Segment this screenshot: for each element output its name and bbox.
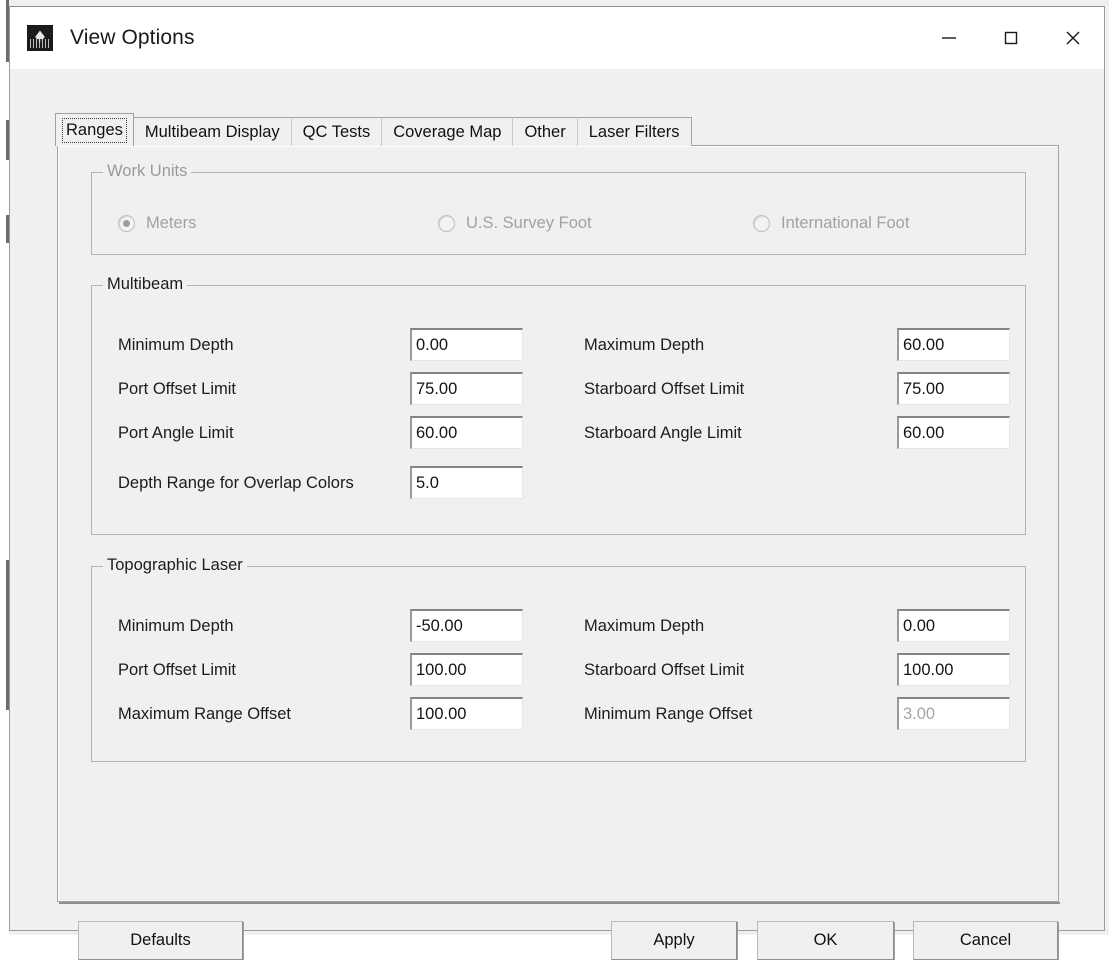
multibeam-maximum-depth-label: Maximum Depth <box>584 336 705 354</box>
multibeam-starboard-offset-limit-input[interactable]: 75.00 <box>897 372 1010 405</box>
tab-laser-filters-label: Laser Filters <box>588 122 680 141</box>
radio-international-foot-label: International Foot <box>781 214 910 232</box>
laser-minimum-range-offset-input: 3.00 <box>897 697 1010 730</box>
multibeam-starboard-offset-limit-label: Starboard Offset Limit <box>584 380 745 398</box>
radio-meters-indicator <box>118 215 135 232</box>
tab-qc-tests[interactable]: QC Tests <box>290 117 383 146</box>
laser-port-offset-limit-input[interactable]: 100.00 <box>410 653 523 686</box>
multibeam-minimum-depth-label: Minimum Depth <box>118 336 234 354</box>
radio-international-foot[interactable]: International Foot <box>753 214 909 233</box>
laser-minimum-range-offset-label: Minimum Range Offset <box>584 705 753 723</box>
tab-multibeam-display-label: Multibeam Display <box>144 122 280 141</box>
multibeam-depth-range-overlap-colors-label: Depth Range for Overlap Colors <box>118 474 354 492</box>
multibeam-port-angle-limit-label: Port Angle Limit <box>118 424 234 442</box>
tab-ranges-label: Ranges <box>62 117 127 143</box>
background-window-edge <box>0 0 9 935</box>
window-controls <box>918 7 1104 69</box>
close-icon[interactable] <box>1042 7 1104 69</box>
multibeam-minimum-depth-input[interactable]: 0.00 <box>410 328 523 361</box>
multibeam-depth-range-overlap-colors-input[interactable]: 5.0 <box>410 466 523 499</box>
laser-port-offset-limit-label: Port Offset Limit <box>118 661 236 679</box>
tab-other[interactable]: Other <box>512 117 578 146</box>
maximize-icon[interactable] <box>980 7 1042 69</box>
ok-button[interactable]: OK <box>757 921 894 960</box>
tab-coverage-map[interactable]: Coverage Map <box>381 117 514 146</box>
multibeam-group-title: Multibeam <box>103 275 188 294</box>
radio-us-survey-foot-indicator <box>438 215 455 232</box>
work-units-group-title: Work Units <box>103 162 192 181</box>
tab-multibeam-display[interactable]: Multibeam Display <box>132 117 292 146</box>
laser-starboard-offset-limit-label: Starboard Offset Limit <box>584 661 745 679</box>
radio-us-survey-foot-label: U.S. Survey Foot <box>466 214 592 232</box>
radio-international-foot-indicator <box>753 215 770 232</box>
ranges-tab-panel: Work Units Meters U.S. Survey Foot Inter… <box>57 145 1060 904</box>
laser-maximum-depth-label: Maximum Depth <box>584 617 705 635</box>
multibeam-port-offset-limit-input[interactable]: 75.00 <box>410 372 523 405</box>
laser-maximum-range-offset-label: Maximum Range Offset <box>118 705 292 723</box>
work-units-group: Work Units Meters U.S. Survey Foot Inter… <box>91 162 1026 255</box>
radio-us-survey-foot[interactable]: U.S. Survey Foot <box>438 214 592 233</box>
tab-laser-filters[interactable]: Laser Filters <box>576 117 692 146</box>
tab-qc-tests-label: QC Tests <box>302 122 371 141</box>
multibeam-maximum-depth-input[interactable]: 60.00 <box>897 328 1010 361</box>
multibeam-starboard-angle-limit-label: Starboard Angle Limit <box>584 424 742 442</box>
radio-meters[interactable]: Meters <box>118 214 196 233</box>
laser-minimum-depth-input[interactable]: -50.00 <box>410 609 523 642</box>
view-options-dialog: ♦ View Options Ranges Multibeam Display … <box>9 6 1105 960</box>
multibeam-starboard-angle-limit-input[interactable]: 60.00 <box>897 416 1010 449</box>
multibeam-port-offset-limit-label: Port Offset Limit <box>118 380 236 398</box>
topographic-laser-group-title: Topographic Laser <box>103 556 247 575</box>
laser-maximum-range-offset-input[interactable]: 100.00 <box>410 697 523 730</box>
defaults-button[interactable]: Defaults <box>78 921 243 960</box>
apply-button[interactable]: Apply <box>611 921 737 960</box>
window-title: View Options <box>70 26 195 49</box>
cancel-button[interactable]: Cancel <box>913 921 1058 960</box>
tab-other-label: Other <box>524 122 566 141</box>
tab-strip: Ranges Multibeam Display QC Tests Covera… <box>55 113 692 146</box>
laser-maximum-depth-input[interactable]: 0.00 <box>897 609 1010 642</box>
tab-coverage-map-label: Coverage Map <box>393 122 502 141</box>
minimize-icon[interactable] <box>918 7 980 69</box>
radio-meters-label: Meters <box>146 214 197 232</box>
multibeam-group: Multibeam Minimum Depth 0.00 Maximum Dep… <box>91 275 1026 535</box>
multibeam-port-angle-limit-input[interactable]: 60.00 <box>410 416 523 449</box>
title-bar: ♦ View Options <box>10 7 1104 69</box>
laser-starboard-offset-limit-input[interactable]: 100.00 <box>897 653 1010 686</box>
dialog-body: Ranges Multibeam Display QC Tests Covera… <box>10 69 1104 960</box>
laser-minimum-depth-label: Minimum Depth <box>118 617 234 635</box>
tab-ranges[interactable]: Ranges <box>55 113 134 146</box>
app-logo-icon: ♦ <box>27 25 53 51</box>
topographic-laser-group: Topographic Laser Minimum Depth -50.00 M… <box>91 556 1026 762</box>
